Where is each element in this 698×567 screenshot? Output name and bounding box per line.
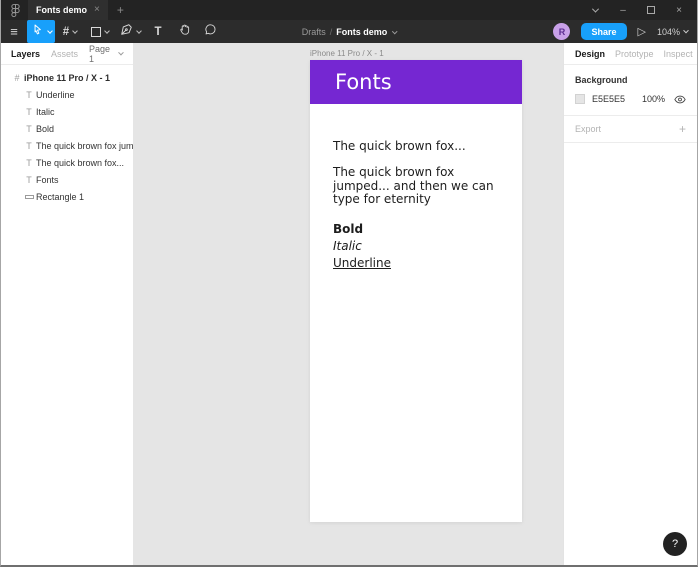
present-play-icon[interactable]: ▷: [638, 25, 646, 38]
main-menu-button[interactable]: ≡: [1, 20, 27, 43]
frame-title-text[interactable]: Fonts: [310, 70, 392, 94]
layer-row-frame[interactable]: # iPhone 11 Pro / X - 1: [1, 69, 133, 86]
tab-design[interactable]: Design: [575, 49, 605, 59]
share-button[interactable]: Share: [581, 23, 627, 40]
move-tool-button[interactable]: [27, 20, 55, 43]
text-icon: T: [26, 140, 32, 151]
document-tab-label: Fonts demo: [36, 5, 87, 15]
tab-inspect[interactable]: Inspect: [664, 49, 693, 59]
design-frame[interactable]: Fonts The quick brown fox... The quick b…: [310, 60, 522, 522]
layer-row-text[interactable]: T Italic: [1, 103, 133, 120]
tab-assets[interactable]: Assets: [51, 49, 78, 59]
text-layer-fox-short[interactable]: The quick brown fox...: [333, 139, 522, 153]
frame-body: The quick brown fox... The quick brown f…: [310, 104, 522, 270]
visibility-eye-icon[interactable]: [674, 95, 686, 104]
figma-logo-icon: [10, 3, 21, 18]
breadcrumb-project[interactable]: Drafts: [302, 27, 326, 37]
titlebar: Fonts demo × + – ×: [1, 0, 697, 20]
window-menu-chevron-icon[interactable]: [581, 0, 609, 20]
frame-tool-chevron-icon: [72, 27, 79, 34]
tab-layers[interactable]: Layers: [11, 49, 40, 59]
frame-tool-icon: #: [62, 25, 70, 38]
tab-prototype[interactable]: Prototype: [615, 49, 654, 59]
window-controls: – ×: [581, 0, 693, 20]
layers-list: # iPhone 11 Pro / X - 1 T Underline T It…: [1, 65, 133, 205]
layer-row-text[interactable]: T Underline: [1, 86, 133, 103]
background-color-row: E5E5E5 100%: [575, 94, 686, 104]
text-tool-icon: T: [154, 25, 162, 38]
hand-tool-button[interactable]: [171, 20, 197, 43]
comment-bubble-icon: [204, 23, 217, 41]
shape-tool-button[interactable]: [85, 20, 115, 43]
page-selector-chevron-icon: [118, 49, 124, 55]
right-panel-tabs: Design Prototype Inspect: [564, 43, 697, 65]
help-button[interactable]: ?: [663, 532, 687, 556]
background-section-title: Background: [575, 75, 628, 85]
pen-tool-icon: [120, 23, 133, 41]
text-icon: T: [26, 89, 32, 100]
frame-header-rectangle[interactable]: Fonts: [310, 60, 522, 104]
move-tool-chevron-icon: [46, 27, 53, 34]
breadcrumb-separator: /: [329, 26, 333, 37]
page-selector-label: Page 1: [89, 43, 111, 64]
frame-name-label[interactable]: iPhone 11 Pro / X - 1: [310, 49, 384, 58]
minimize-button[interactable]: –: [609, 0, 637, 20]
layer-row-text[interactable]: T The quick brown fox jumped......: [1, 137, 133, 154]
pen-tool-chevron-icon: [135, 27, 142, 34]
text-layer-italic[interactable]: Italic: [333, 239, 522, 253]
pen-tool-button[interactable]: [115, 20, 145, 43]
new-tab-button[interactable]: +: [117, 3, 124, 17]
layer-row-text[interactable]: T The quick brown fox...: [1, 154, 133, 171]
layer-row-rectangle[interactable]: Rectangle 1: [1, 188, 133, 205]
text-icon: T: [26, 106, 32, 117]
text-icon: T: [26, 123, 32, 134]
text-layer-bold[interactable]: Bold: [333, 222, 522, 236]
text-tool-button[interactable]: T: [145, 20, 171, 43]
toolbar-right-cluster: R Share ▷ 104%: [553, 23, 689, 40]
frame-icon: #: [14, 72, 20, 83]
close-button[interactable]: ×: [665, 0, 693, 20]
shape-tool-chevron-icon: [104, 27, 110, 34]
main-area: Layers Assets Page 1 # iPhone 11 Pro / X…: [1, 43, 697, 565]
layer-row-text[interactable]: T Fonts: [1, 171, 133, 188]
color-swatch[interactable]: [575, 94, 585, 104]
background-section: Background E5E5E5 100%: [564, 65, 697, 116]
export-section-title: Export: [575, 124, 602, 134]
user-avatar[interactable]: R: [553, 23, 571, 40]
zoom-chevron-icon: [683, 27, 689, 33]
text-icon: T: [26, 174, 32, 185]
hamburger-icon: ≡: [10, 24, 18, 39]
comment-tool-button[interactable]: [197, 20, 223, 43]
move-cursor-icon: [31, 23, 44, 41]
left-panel-tabs: Layers Assets Page 1: [1, 43, 133, 65]
export-add-button[interactable]: +: [679, 122, 686, 136]
frame-tool-button[interactable]: #: [55, 20, 85, 43]
properties-panel: Design Prototype Inspect Background E5E5…: [563, 43, 697, 565]
page-selector[interactable]: Page 1: [89, 43, 124, 64]
text-layer-underline[interactable]: Underline: [333, 256, 522, 270]
breadcrumb-chevron-icon[interactable]: [391, 27, 398, 37]
layer-row-text[interactable]: T Bold: [1, 120, 133, 137]
background-opacity-value[interactable]: 100%: [642, 94, 665, 104]
rectangle-icon: [22, 194, 36, 199]
text-layer-fox-paragraph[interactable]: The quick brown fox jumped... and then w…: [333, 165, 509, 207]
export-section: Export +: [564, 116, 697, 143]
hand-tool-icon: [178, 23, 191, 41]
zoom-level-menu[interactable]: 104%: [656, 26, 689, 37]
document-tab[interactable]: Fonts demo ×: [28, 0, 108, 20]
maximize-button[interactable]: [637, 0, 665, 20]
rectangle-tool-icon: [91, 26, 101, 37]
layers-panel: Layers Assets Page 1 # iPhone 11 Pro / X…: [1, 43, 133, 565]
tab-close-icon[interactable]: ×: [94, 5, 100, 15]
figma-window: Fonts demo × + – × ≡ # T Drafts / Fonts …: [0, 0, 698, 567]
breadcrumb-filename[interactable]: Fonts demo: [336, 27, 387, 37]
toolbar: ≡ # T Drafts / Fonts demo R Share ▷ 104%: [1, 20, 697, 43]
text-icon: T: [26, 157, 32, 168]
canvas[interactable]: iPhone 11 Pro / X - 1 Fonts The quick br…: [133, 43, 563, 565]
breadcrumb[interactable]: Drafts / Fonts demo: [302, 20, 398, 43]
background-hex-value[interactable]: E5E5E5: [592, 94, 625, 104]
zoom-level-value: 104%: [656, 26, 680, 37]
